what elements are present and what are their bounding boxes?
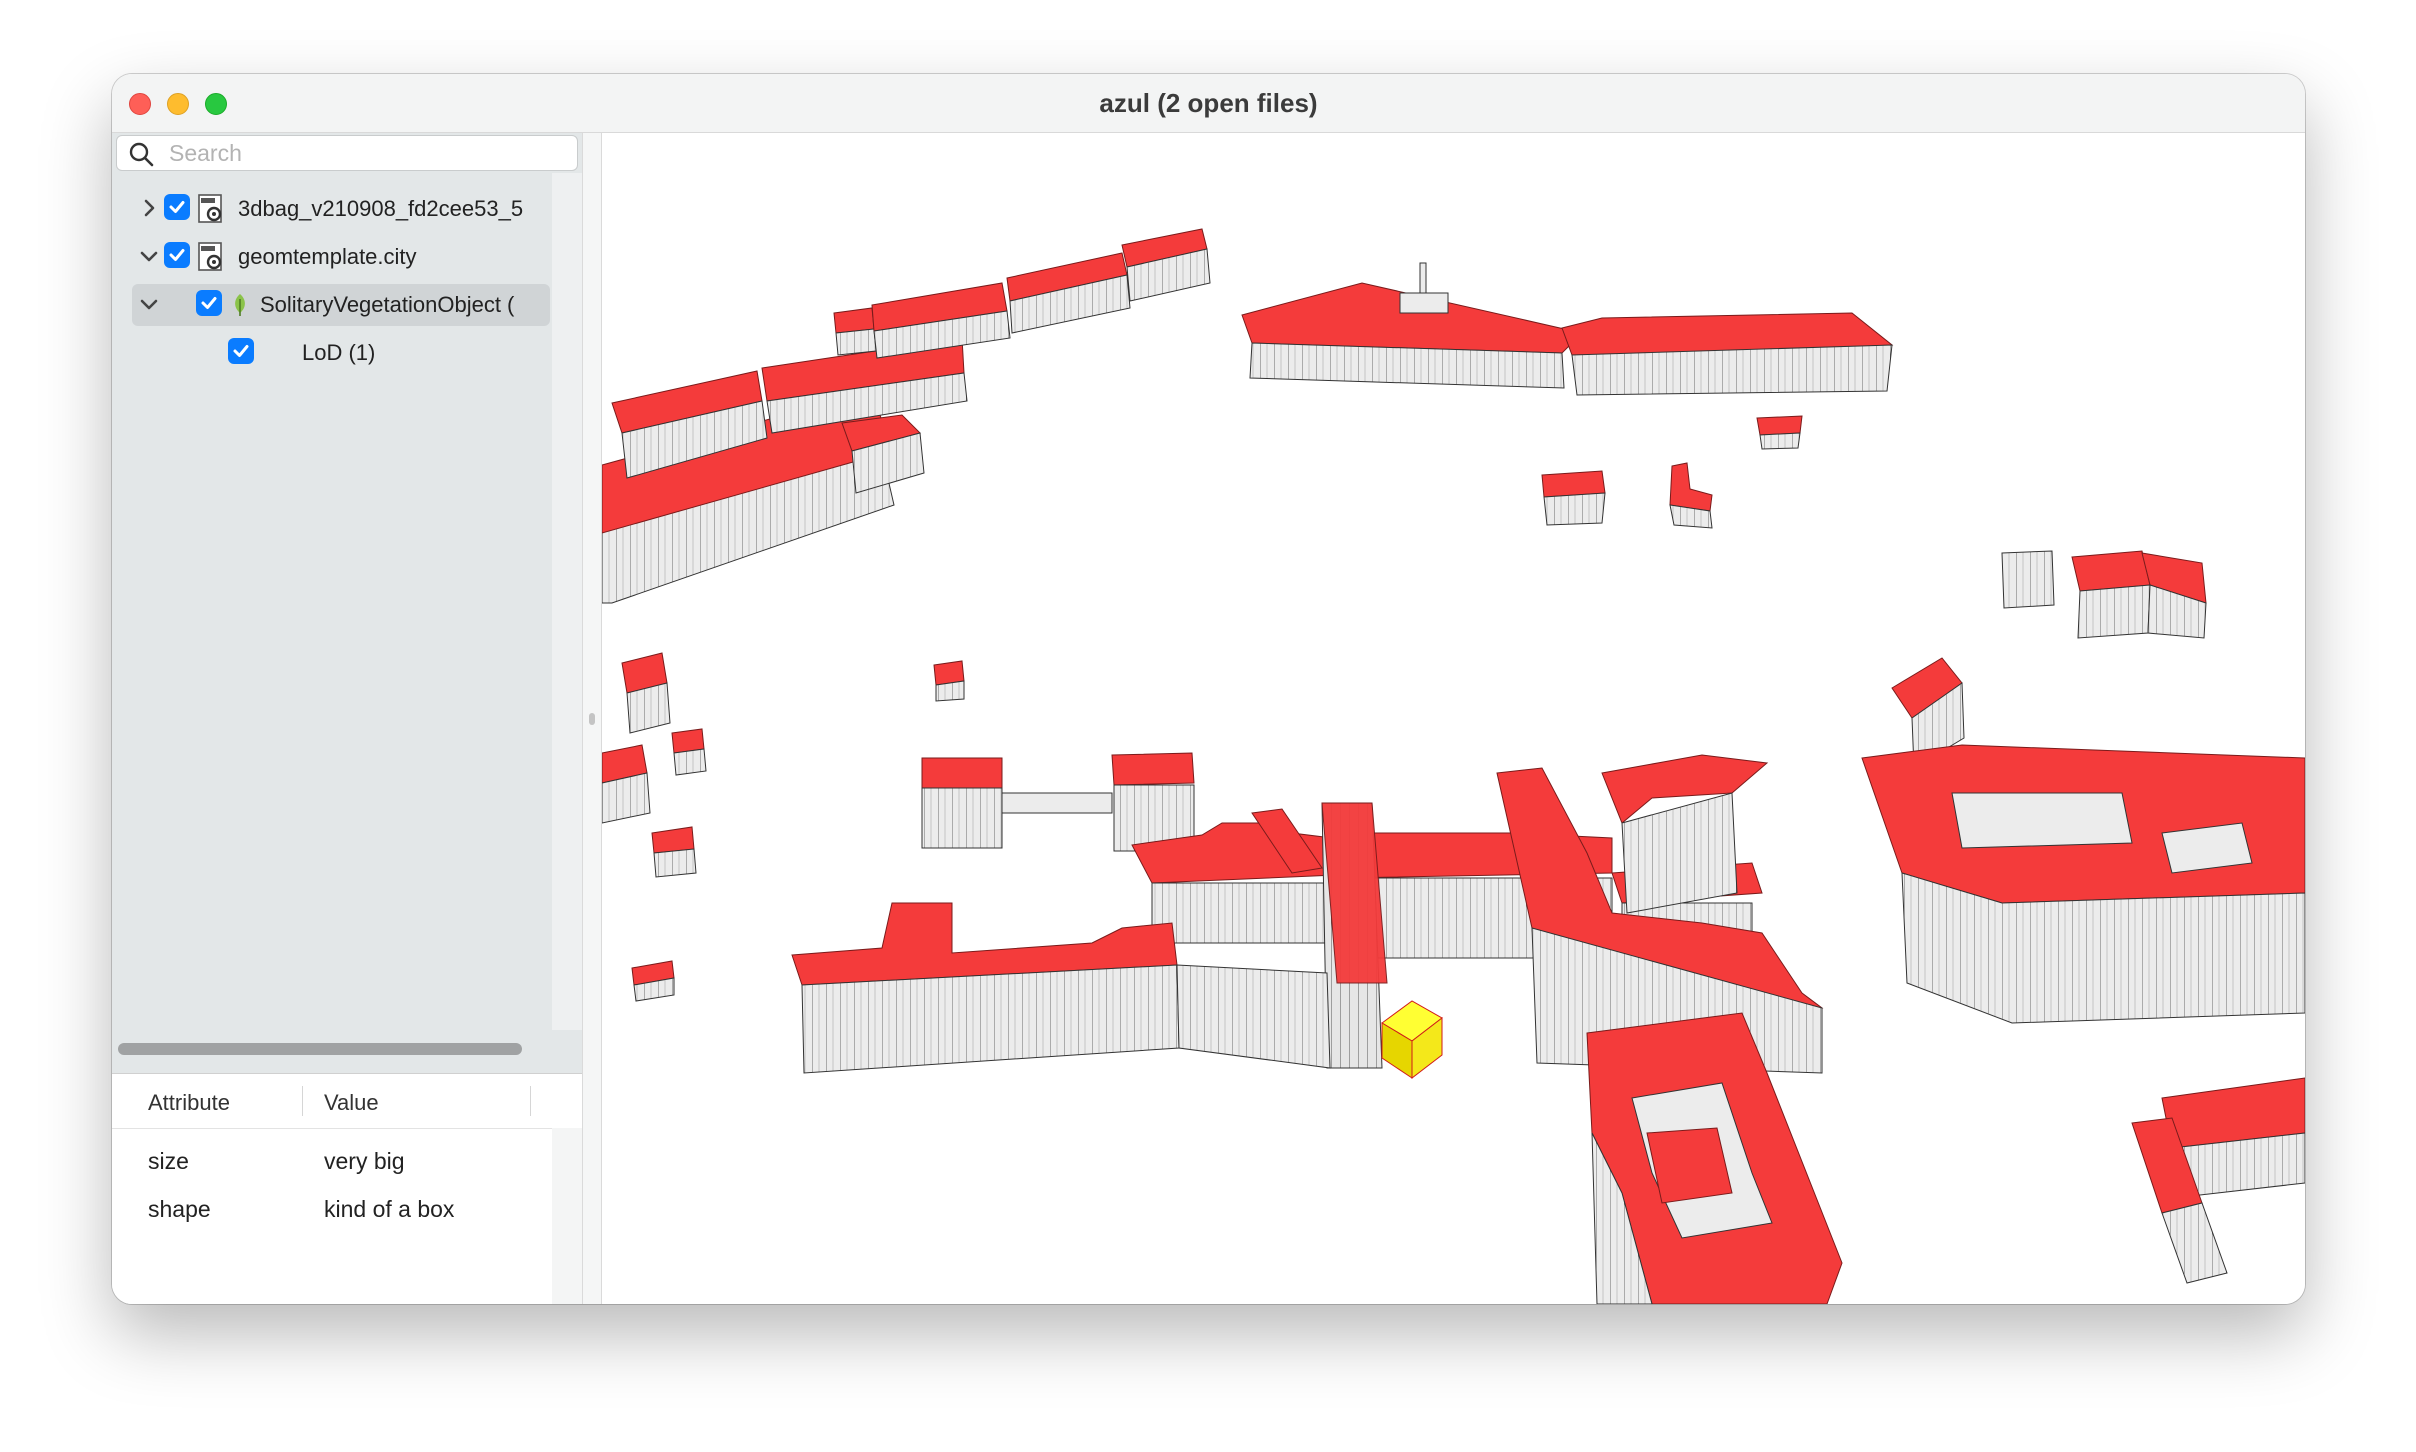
- tree-item-label: LoD (1): [302, 340, 376, 365]
- attributes-table: Attribute Value size very big shape kind…: [112, 1073, 582, 1304]
- chevron-down-icon[interactable]: [138, 293, 160, 315]
- cityjson-file-icon: [198, 194, 222, 223]
- cityjson-file-icon: [198, 242, 222, 271]
- building-cluster-east: [1861, 550, 2305, 1284]
- divider-grip: [589, 713, 595, 725]
- vegetation-leaf-icon: [235, 294, 245, 316]
- tree-row-lod[interactable]: LoD (1): [112, 332, 552, 374]
- search-icon: [129, 142, 154, 167]
- object-tree: 3dbag_v210908_fd2cee53_5 geomtemplate.ci…: [112, 173, 552, 1030]
- chevron-right-icon[interactable]: [138, 197, 160, 219]
- attribute-name: size: [148, 1148, 189, 1174]
- column-header-attribute[interactable]: Attribute: [148, 1090, 230, 1116]
- visibility-checkbox[interactable]: [164, 194, 190, 220]
- building-cluster-west: [602, 652, 707, 1002]
- attribute-name: shape: [148, 1196, 211, 1222]
- column-header-value[interactable]: Value: [324, 1090, 379, 1116]
- column-divider: [302, 1086, 303, 1116]
- city-model-render[interactable]: [602, 133, 2305, 1304]
- tree-row-3dbag-file[interactable]: 3dbag_v210908_fd2cee53_5: [112, 188, 552, 230]
- attributes-scroll-gutter: [552, 1128, 582, 1304]
- 3d-city-viewport[interactable]: [602, 133, 2305, 1304]
- visibility-checkbox[interactable]: [228, 338, 254, 364]
- title-bar: azul (2 open files): [112, 74, 2305, 133]
- selected-object-cube[interactable]: [1381, 1000, 1443, 1080]
- chevron-down-icon[interactable]: [138, 245, 160, 267]
- sidebar: 3dbag_v210908_fd2cee53_5 geomtemplate.ci…: [112, 133, 582, 1304]
- tree-horizontal-scrollbar[interactable]: [118, 1043, 522, 1055]
- attribute-value: very big: [324, 1148, 405, 1174]
- building-row-north: [833, 228, 1211, 359]
- tree-item-label: SolitaryVegetationObject (: [260, 292, 515, 317]
- window-title: azul (2 open files): [1099, 88, 1318, 118]
- building-north-central: [1241, 262, 1894, 450]
- tree-item-label: 3dbag_v210908_fd2cee53_5: [238, 196, 524, 221]
- visibility-checkbox[interactable]: [164, 242, 190, 268]
- search-box[interactable]: [116, 135, 578, 171]
- attributes-header: Attribute Value: [112, 1074, 582, 1129]
- visibility-checkbox[interactable]: [196, 290, 222, 316]
- small-buildings-center: [933, 462, 1713, 702]
- building-cluster-northwest: [602, 337, 968, 604]
- tree-row-geomtemplate-file[interactable]: geomtemplate.city: [112, 236, 552, 278]
- tree-row-vegetation-object[interactable]: SolitaryVegetationObject (: [132, 284, 550, 326]
- tree-vertical-scroll-track: [552, 173, 582, 1030]
- app-window: azul (2 open files) Search 3dbag_v210908…: [112, 74, 2305, 1304]
- column-divider: [530, 1086, 531, 1116]
- split-view-divider[interactable]: [582, 133, 602, 1304]
- search-input[interactable]: [167, 138, 571, 168]
- tree-item-label: geomtemplate.city: [238, 244, 417, 269]
- attribute-value: kind of a box: [324, 1196, 455, 1222]
